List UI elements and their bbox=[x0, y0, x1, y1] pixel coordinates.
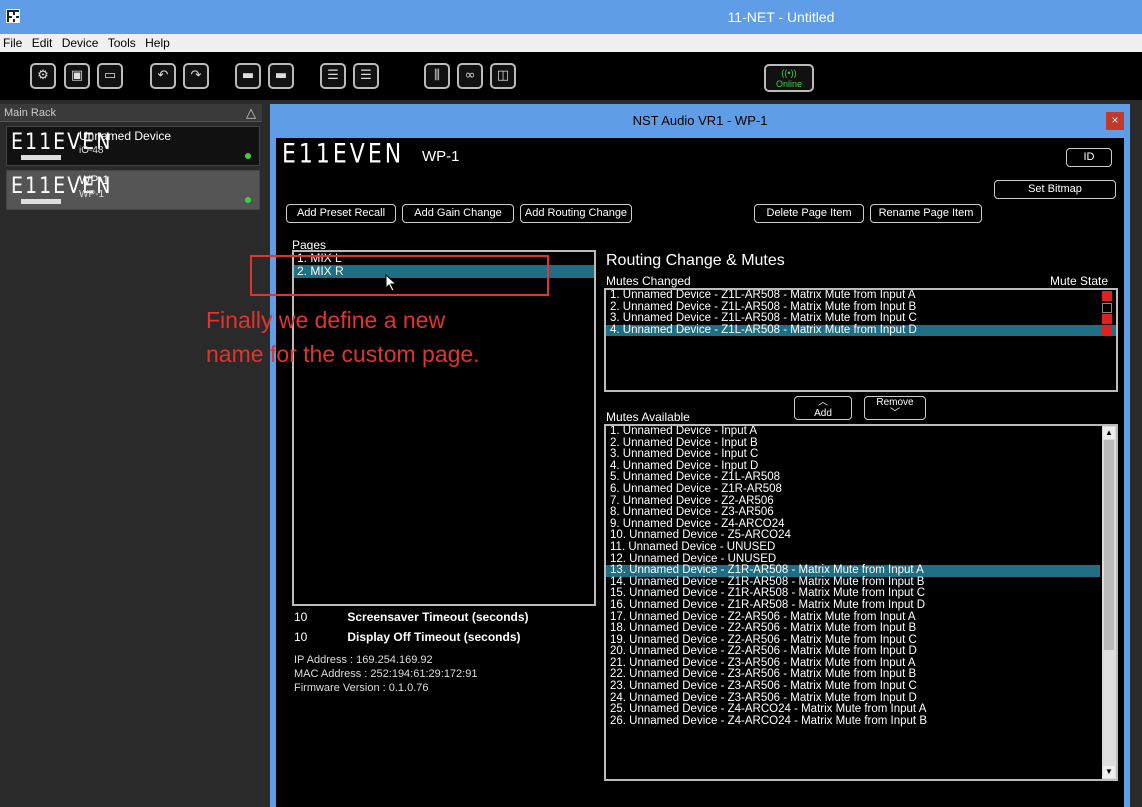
status-led-icon bbox=[245, 153, 251, 159]
open-folder-icon[interactable]: ▭ bbox=[97, 63, 123, 89]
redo-icon[interactable]: ↷ bbox=[183, 63, 209, 89]
logo-subtitle-bar bbox=[21, 155, 61, 160]
settings-icon[interactable]: ⚙ bbox=[30, 63, 56, 89]
app-title: 11-NET - Untitled bbox=[727, 9, 835, 25]
mutes-changed-label: Mutes Changed bbox=[606, 274, 691, 288]
online-label: Online bbox=[775, 79, 802, 89]
window-body: E11EVEN WP-1 ID Set Bitmap Add Preset Re… bbox=[276, 138, 1124, 807]
add-label: Add bbox=[814, 408, 832, 419]
collapse-icon[interactable]: △ bbox=[246, 105, 256, 121]
link-icon[interactable]: ∞ bbox=[457, 63, 483, 89]
app-titlebar: 11-NET - Untitled bbox=[0, 0, 1142, 34]
mute-available-item[interactable]: 18. Unnamed Device - Z2-AR506 - Matrix M… bbox=[606, 622, 1100, 635]
mute-available-item[interactable]: 6. Unnamed Device - Z1R-AR508 bbox=[606, 483, 1100, 496]
menu-file[interactable]: File bbox=[0, 34, 25, 52]
id-button[interactable]: ID bbox=[1066, 148, 1112, 167]
menu-bar: File Edit Device Tools Help bbox=[0, 34, 1142, 52]
screensaver-row: 10 Screensaver Timeout (seconds) bbox=[294, 610, 529, 624]
device-model: WP-1 bbox=[79, 189, 104, 200]
online-signal-icon: ((•)) bbox=[781, 68, 797, 78]
menu-edit[interactable]: Edit bbox=[29, 34, 56, 52]
routing-title: Routing Change & Mutes bbox=[606, 252, 785, 269]
add-gain-change-button[interactable]: Add Gain Change bbox=[402, 204, 514, 223]
device-title: WP-1 bbox=[422, 148, 460, 165]
screensaver-value[interactable]: 10 bbox=[294, 610, 344, 624]
device-name: WP-1 bbox=[79, 173, 109, 187]
mute-changed-label: 1. Unnamed Device - Z1L-AR508 - Matrix M… bbox=[610, 289, 916, 301]
brand-logo: E11EVEN bbox=[282, 139, 405, 170]
display-off-label: Display Off Timeout (seconds) bbox=[347, 630, 521, 644]
device-name: Unnamed Device bbox=[79, 129, 172, 143]
mutes-changed-list[interactable]: 1. Unnamed Device - Z1L-AR508 - Matrix M… bbox=[604, 288, 1118, 392]
meters-icon[interactable]: ⫼ bbox=[424, 63, 450, 89]
menu-device[interactable]: Device bbox=[59, 34, 102, 52]
mute-state-checkbox[interactable] bbox=[1102, 325, 1112, 336]
remove-page-icon[interactable]: ☰ bbox=[353, 63, 379, 89]
display-off-value[interactable]: 10 bbox=[294, 630, 344, 644]
mute-changed-item[interactable]: 4. Unnamed Device - Z1L-AR508 - Matrix M… bbox=[606, 323, 1116, 337]
menu-tools[interactable]: Tools bbox=[105, 34, 139, 52]
snapshot-icon[interactable]: ◫ bbox=[490, 63, 516, 89]
rename-page-item-button[interactable]: Rename Page Item bbox=[870, 204, 982, 223]
annotation-highlight bbox=[250, 255, 549, 296]
chevron-up-icon: ︿ bbox=[818, 397, 828, 408]
mute-available-item[interactable]: 23. Unnamed Device - Z3-AR506 - Matrix M… bbox=[606, 680, 1100, 693]
mutes-available-list[interactable]: 1. Unnamed Device - Input A 2. Unnamed De… bbox=[604, 424, 1118, 781]
menu-help[interactable]: Help bbox=[142, 34, 173, 52]
mute-available-item[interactable]: 16. Unnamed Device - Z1R-AR508 - Matrix … bbox=[606, 599, 1100, 612]
add-button[interactable]: ︿ Add bbox=[794, 396, 852, 420]
set-bitmap-button[interactable]: Set Bitmap bbox=[994, 180, 1116, 199]
mute-available-item[interactable]: 11. Unnamed Device - UNUSED bbox=[606, 541, 1100, 554]
remove-label: Remove bbox=[876, 397, 914, 408]
add-page-icon[interactable]: ☰ bbox=[320, 63, 346, 89]
mac-address: MAC Address : 252:194:61:29:172:91 bbox=[294, 668, 478, 680]
annotation-text: Finally we define a new name for the cus… bbox=[206, 303, 480, 371]
add-preset-recall-button[interactable]: Add Preset Recall bbox=[286, 204, 396, 223]
rack-header: Main Rack △ bbox=[0, 104, 262, 122]
rack-device[interactable]: E11EVEN WP-1 WP-1 bbox=[6, 170, 260, 210]
mute-state-label: Mute State bbox=[1050, 274, 1109, 288]
logo-subtitle-bar bbox=[21, 199, 61, 204]
main-rack-panel: Main Rack △ E11EVEN Unnamed Device iO-48… bbox=[0, 104, 262, 807]
chevron-down-icon: ﹀ bbox=[890, 408, 900, 419]
undo-icon[interactable]: ↶ bbox=[150, 63, 176, 89]
mutes-available-label: Mutes Available bbox=[606, 410, 690, 424]
scroll-down-icon[interactable]: ▼ bbox=[1103, 766, 1115, 778]
mouse-cursor-icon bbox=[385, 274, 398, 292]
delete-page-item-button[interactable]: Delete Page Item bbox=[754, 204, 864, 223]
mute-changed-label: 3. Unnamed Device - Z1L-AR508 - Matrix M… bbox=[610, 312, 917, 325]
mute-available-item[interactable]: 13. Unnamed Device - Z1R-AR508 - Matrix … bbox=[606, 565, 1100, 577]
mute-state-checkbox[interactable] bbox=[1102, 291, 1112, 301]
ip-address: IP Address : 169.254.169.92 bbox=[294, 654, 433, 666]
mute-changed-label: 2. Unnamed Device - Z1L-AR508 - Matrix M… bbox=[610, 300, 917, 313]
status-led-icon bbox=[245, 197, 251, 203]
mute-available-item[interactable]: 26. Unnamed Device - Z4-ARCO24 - Matrix … bbox=[606, 715, 1100, 728]
rack-device[interactable]: E11EVEN Unnamed Device iO-48 bbox=[6, 126, 260, 166]
online-button[interactable]: ((•)) Online bbox=[764, 64, 814, 92]
device-model: iO-48 bbox=[79, 145, 104, 156]
screensaver-label: Screensaver Timeout (seconds) bbox=[347, 610, 529, 624]
mute-state-checkbox[interactable] bbox=[1102, 302, 1112, 313]
close-icon[interactable]: × bbox=[1106, 112, 1124, 130]
add-routing-change-button[interactable]: Add Routing Change bbox=[520, 204, 632, 223]
scroll-up-icon[interactable]: ▲ bbox=[1103, 427, 1115, 439]
rack-title: Main Rack bbox=[4, 107, 56, 119]
mute-available-item[interactable]: 8. Unnamed Device - Z3-AR506 bbox=[606, 507, 1100, 519]
remove-device-icon[interactable]: ▬ bbox=[268, 63, 294, 89]
display-off-row: 10 Display Off Timeout (seconds) bbox=[294, 630, 520, 644]
mute-changed-label: 4. Unnamed Device - Z1L-AR508 - Matrix M… bbox=[610, 323, 917, 336]
window-title: NST Audio VR1 - WP-1 bbox=[632, 113, 768, 128]
annotation-line: name for the custom page. bbox=[206, 341, 480, 367]
scroll-thumb[interactable] bbox=[1104, 440, 1114, 650]
annotation-line: Finally we define a new bbox=[206, 307, 446, 333]
device-window: NST Audio VR1 - WP-1 × E11EVEN WP-1 ID S… bbox=[270, 104, 1130, 807]
toolbar: ⚙ ▣ ▭ ↶ ↷ ▬ ▬ ☰ ☰ ⫼ ∞ ◫ bbox=[0, 52, 1142, 100]
remove-button[interactable]: Remove ﹀ bbox=[864, 396, 926, 420]
firmware-version: Firmware Version : 0.1.0.76 bbox=[294, 682, 429, 694]
mute-state-checkbox[interactable] bbox=[1102, 314, 1112, 325]
scrollbar[interactable]: ▲ ▼ bbox=[1102, 426, 1116, 779]
add-device-icon[interactable]: ▬ bbox=[235, 63, 261, 89]
save-icon[interactable]: ▣ bbox=[64, 63, 90, 89]
mute-available-item[interactable]: 1. Unnamed Device - Input A bbox=[606, 426, 1100, 438]
